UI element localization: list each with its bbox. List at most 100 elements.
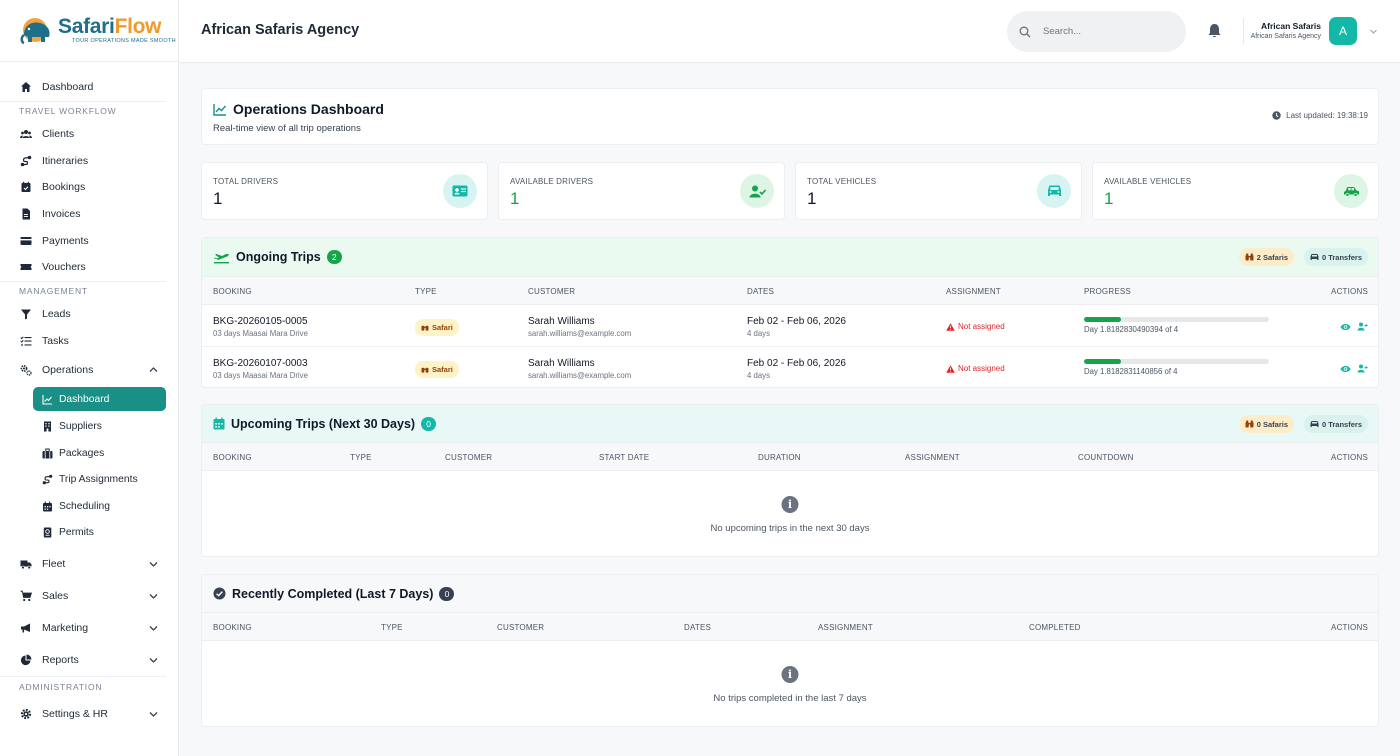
safaris-pill: 2 Safaris (1238, 248, 1294, 266)
column-header: ACTIONS (1331, 453, 1368, 462)
pie-chart-icon (20, 654, 32, 666)
trip-dates: Feb 02 - Feb 06, 2026 (747, 316, 846, 327)
assignment-text: Not assigned (958, 322, 1005, 331)
sidebar-item-sales[interactable]: Sales (0, 580, 178, 612)
column-header: START DATE (599, 453, 650, 462)
sidebar-item-operations[interactable]: Operations (0, 354, 178, 386)
sidebar-subitem-label: Suppliers (59, 420, 102, 432)
progress-bar (1084, 317, 1269, 322)
sidebar-item-label: Operations (42, 364, 94, 377)
empty-state: i No trips completed in the last 7 days (202, 641, 1378, 726)
section-title: Upcoming Trips (Next 30 Days) (231, 416, 416, 431)
ongoing-trips-section: Ongoing Trips 2 2 Safaris 0 Transfers BO… (201, 237, 1379, 388)
column-header: ACTIONS (1331, 623, 1368, 632)
view-icon[interactable] (1340, 323, 1351, 331)
transfers-count: 0 Transfers (1321, 252, 1362, 262)
brand-logo[interactable]: SafariFlow TOUR OPERATIONS MADE SMOOTH (0, 0, 178, 62)
sidebar-item-tasks[interactable]: Tasks (0, 328, 178, 355)
car-icon (1037, 174, 1071, 208)
column-header: TYPE (350, 453, 372, 462)
sidebar-subitem-packages[interactable]: Packages (0, 440, 178, 467)
sidebar-subitem-scheduling[interactable]: Scheduling (0, 493, 178, 520)
sidebar-item-label: Tasks (42, 334, 69, 347)
stat-card-total-vehicles: TOTAL VEHICLES 1 (795, 162, 1082, 220)
stat-value: 1 (510, 189, 520, 208)
sidebar-item-label: Invoices (42, 208, 81, 221)
search-input[interactable] (1043, 26, 1163, 37)
upcoming-trips-header: Upcoming Trips (Next 30 Days) 0 0 Safari… (202, 405, 1378, 442)
sidebar-subitem-operations-dashboard[interactable]: Dashboard (33, 387, 166, 412)
count-badge: 2 (326, 250, 342, 264)
stat-card-available-drivers: AVAILABLE DRIVERS 1 (498, 162, 785, 220)
car-side-icon (1334, 174, 1368, 208)
sidebar-item-vouchers[interactable]: Vouchers (0, 254, 178, 281)
page-subtitle: Real-time view of all trip operations (213, 123, 361, 134)
table-row[interactable]: BKG-20260107-0003 03 days Maasai Mara Dr… (202, 347, 1378, 387)
stat-value: 1 (1104, 189, 1114, 208)
header-divider (1243, 18, 1244, 44)
sidebar-item-dashboard[interactable]: Dashboard (0, 74, 178, 101)
stat-value: 1 (213, 189, 223, 208)
chart-line-icon (213, 103, 227, 116)
chevron-down-icon[interactable] (1369, 27, 1378, 36)
user-org: African Safaris Agency (1250, 33, 1321, 40)
operations-header-card: Operations Dashboard Real-time view of a… (201, 88, 1379, 145)
transfers-pill: 0 Transfers (1303, 415, 1368, 433)
booking-code[interactable]: BKG-20260107-0003 (213, 358, 308, 369)
progress-bar (1084, 359, 1269, 364)
table-row[interactable]: BKG-20260105-0005 03 days Maasai Mara Dr… (202, 305, 1378, 347)
chevron-down-icon (149, 594, 158, 600)
sidebar-item-settings-hr[interactable]: Settings & HR (0, 696, 178, 732)
column-header: BOOKING (213, 453, 252, 462)
clock-icon (1272, 111, 1281, 120)
sidebar-item-reports[interactable]: Reports (0, 644, 178, 676)
sidebar-item-label: Settings & HR (42, 708, 108, 721)
top-header: African Safaris Agency African Safaris A… (179, 0, 1400, 63)
booking-code[interactable]: BKG-20260105-0005 (213, 316, 308, 327)
gear-icon (20, 708, 32, 720)
column-header: PROGRESS (1084, 287, 1131, 296)
type-label: Safari (432, 365, 453, 374)
bell-icon[interactable] (1207, 23, 1222, 39)
sidebar-item-label: Clients (42, 128, 75, 141)
sidebar-subitem-label: Permits (59, 527, 94, 539)
chevron-down-icon (149, 626, 158, 632)
column-header: ASSIGNMENT (905, 453, 960, 462)
column-header: COUNTDOWN (1078, 453, 1134, 462)
column-header: DATES (747, 287, 775, 296)
sidebar-item-marketing[interactable]: Marketing (0, 612, 178, 644)
chevron-down-icon (149, 658, 158, 664)
completed-trips-section: Recently Completed (Last 7 Days) 0 BOOKI… (201, 574, 1379, 727)
sidebar-item-payments[interactable]: Payments (0, 227, 178, 254)
home-icon (20, 81, 32, 93)
sidebar-subitem-trip-assignments[interactable]: Trip Assignments (0, 466, 178, 493)
sidebar-subitem-suppliers[interactable]: Suppliers (0, 413, 178, 440)
binoculars-icon (1245, 420, 1254, 428)
progress-text: Day 1.8182831140856 of 4 (1084, 367, 1178, 376)
sidebar-item-fleet[interactable]: Fleet (0, 548, 178, 580)
truck-icon (20, 558, 32, 570)
assign-user-icon[interactable] (1357, 322, 1368, 331)
sidebar-item-bookings[interactable]: Bookings (0, 174, 178, 201)
section-travel-workflow: TRAVEL WORKFLOW (0, 100, 166, 121)
sidebar-item-clients[interactable]: Clients (0, 121, 178, 148)
count-badge: 0 (439, 586, 455, 601)
sidebar-item-label: Sales (42, 590, 69, 603)
type-label: Safari (432, 323, 453, 332)
view-icon[interactable] (1340, 365, 1351, 373)
chevron-up-icon (149, 367, 158, 373)
package-name: 03 days Maasai Mara Drive (213, 329, 308, 338)
sidebar-item-leads[interactable]: Leads (0, 301, 178, 328)
id-card-icon (443, 174, 477, 208)
chevron-down-icon (149, 562, 158, 568)
building-icon (42, 421, 53, 432)
sidebar-item-itineraries[interactable]: Itineraries (0, 147, 178, 174)
search-box[interactable] (1007, 11, 1186, 52)
sidebar-item-invoices[interactable]: Invoices (0, 201, 178, 228)
column-header: DATES (684, 623, 712, 632)
user-info[interactable]: African Safaris African Safaris Agency (1251, 21, 1321, 40)
assign-user-icon[interactable] (1357, 364, 1368, 373)
credit-card-icon (20, 235, 32, 247)
avatar[interactable]: A (1329, 17, 1357, 45)
sidebar-subitem-permits[interactable]: Permits (0, 520, 178, 547)
